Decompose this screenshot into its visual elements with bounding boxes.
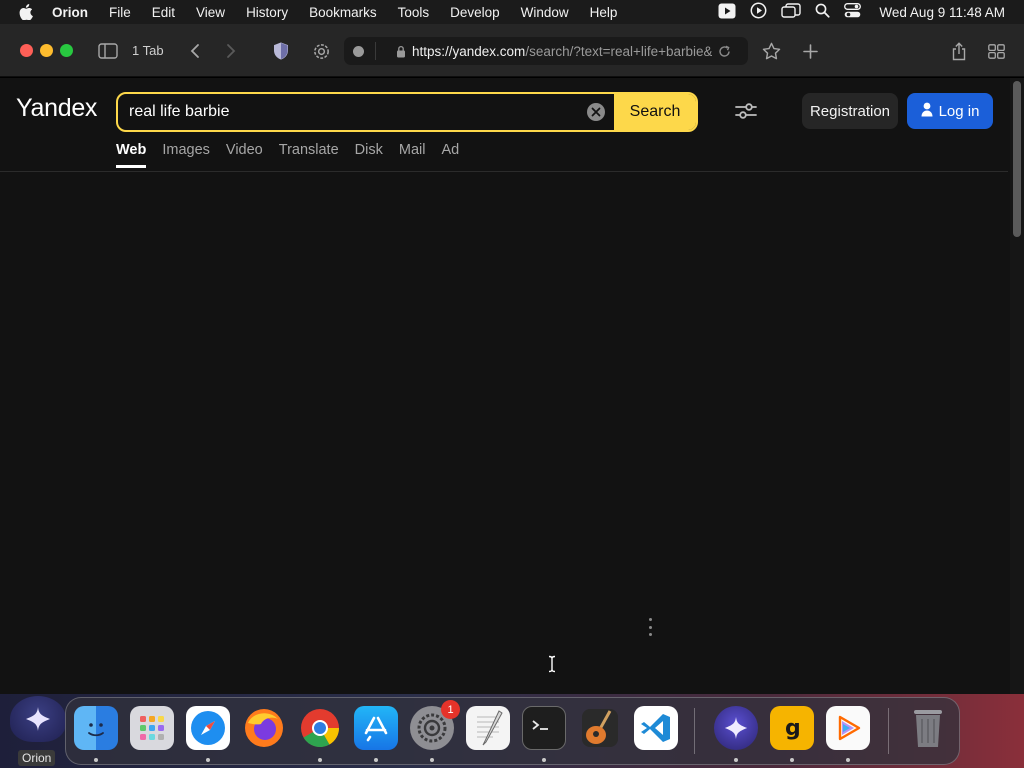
- url-host: https://yandex.com: [412, 43, 526, 59]
- clear-search-icon[interactable]: [578, 94, 614, 130]
- sidebar-toggle-icon[interactable]: [95, 38, 121, 64]
- url-path: /search/?text=real+life+barbie&: [525, 43, 712, 59]
- lock-icon: [396, 45, 406, 58]
- tab-overview-icon[interactable]: [983, 38, 1009, 64]
- finder-icon[interactable]: [74, 706, 118, 750]
- menu-develop[interactable]: Develop: [440, 5, 511, 20]
- screen-record-icon[interactable]: [750, 2, 767, 22]
- orion-sparkle-icon: [10, 696, 66, 742]
- page-scrollbar[interactable]: [1010, 78, 1024, 694]
- share-icon[interactable]: [946, 38, 972, 64]
- infuse-running-dot: [846, 758, 850, 762]
- tab-images[interactable]: Images: [162, 142, 210, 167]
- chrome-icon[interactable]: [298, 706, 342, 750]
- window-zoom-button[interactable]: [60, 44, 73, 57]
- search-tabs: Web Images Video Translate Disk Mail Ad: [116, 142, 459, 168]
- terminal-running-dot: [542, 758, 546, 762]
- svg-text:g: g: [785, 716, 801, 741]
- grammarly-icon[interactable]: g: [770, 706, 814, 750]
- textedit-icon[interactable]: [466, 706, 510, 750]
- menu-bookmarks[interactable]: Bookmarks: [299, 5, 388, 20]
- menu-window[interactable]: Window: [510, 5, 579, 20]
- grammarly-running-dot: [790, 758, 794, 762]
- scrollbar-thumb[interactable]: [1013, 81, 1021, 237]
- window-close-button[interactable]: [20, 44, 33, 57]
- more-options-icon[interactable]: [647, 618, 653, 636]
- search-button[interactable]: Search: [614, 94, 696, 130]
- menu-tools[interactable]: Tools: [387, 5, 440, 20]
- tab-mail[interactable]: Mail: [399, 142, 426, 167]
- menu-file[interactable]: File: [99, 5, 142, 20]
- address-bar-separator: [375, 42, 376, 60]
- text-cursor-icon: [546, 655, 558, 678]
- dock-separator: [694, 708, 695, 754]
- tab-web[interactable]: Web: [116, 142, 147, 168]
- search-input[interactable]: [118, 94, 578, 130]
- trash-icon[interactable]: [906, 706, 950, 750]
- login-button[interactable]: Log in: [907, 93, 993, 129]
- screen-mirroring-icon[interactable]: [781, 2, 802, 22]
- chrome-running-dot: [318, 758, 322, 762]
- menu-edit[interactable]: Edit: [141, 5, 185, 20]
- terminal-icon[interactable]: [522, 706, 566, 750]
- control-center-icon[interactable]: [844, 3, 862, 21]
- login-label: Log in: [938, 102, 980, 120]
- system-settings-icon[interactable]: 1: [410, 700, 460, 750]
- search-filters-icon[interactable]: [733, 100, 759, 122]
- registration-button[interactable]: Registration: [802, 93, 898, 129]
- address-bar[interactable]: https://yandex.com/search/?text=real+lif…: [344, 37, 748, 65]
- shield-icon[interactable]: [268, 38, 294, 64]
- vscode-icon[interactable]: [634, 706, 678, 750]
- tab-ad[interactable]: Ad: [441, 142, 459, 167]
- back-chevron-icon[interactable]: [182, 38, 208, 64]
- launchpad-icon[interactable]: [130, 706, 174, 750]
- forward-chevron-icon[interactable]: [218, 38, 244, 64]
- tab-count[interactable]: 1 Tab: [132, 43, 164, 58]
- orion-desktop-icon[interactable]: Orion: [4, 696, 66, 768]
- system-settings-running-dot: [430, 758, 434, 762]
- browser-toolbar: 1 Tab https://yandex.com/search/?text=re…: [0, 24, 1024, 77]
- url-text[interactable]: https://yandex.com/search/?text=real+lif…: [412, 44, 712, 59]
- orion-app-icon[interactable]: [714, 706, 758, 750]
- dock: 1 g: [65, 697, 960, 765]
- menu-clock[interactable]: Wed Aug 9 11:48 AM: [879, 5, 1005, 20]
- app-store-running-dot: [374, 758, 378, 762]
- menu-help[interactable]: Help: [579, 5, 628, 20]
- tab-video[interactable]: Video: [226, 142, 263, 167]
- infuse-play-icon[interactable]: [826, 706, 870, 750]
- reload-icon[interactable]: [718, 45, 731, 58]
- media-play-icon[interactable]: [718, 3, 736, 22]
- apple-menu-icon[interactable]: [0, 4, 52, 20]
- firefox-icon[interactable]: [242, 706, 286, 750]
- settings-gear-icon[interactable]: [308, 38, 334, 64]
- dock-separator-trash: [888, 708, 889, 754]
- garageband-icon[interactable]: [578, 706, 622, 750]
- safari-running-dot: [206, 758, 210, 762]
- tab-translate[interactable]: Translate: [279, 142, 339, 167]
- finder-running-dot: [94, 758, 98, 762]
- orion-desktop-label: Orion: [18, 750, 56, 766]
- new-tab-plus-icon[interactable]: [797, 38, 823, 64]
- safari-icon[interactable]: [186, 706, 230, 750]
- web-page: Yandex Search Registration Log in Web Im…: [0, 78, 1010, 694]
- window-minimize-button[interactable]: [40, 44, 53, 57]
- tab-disk[interactable]: Disk: [355, 142, 383, 167]
- yandex-logo[interactable]: Yandex: [16, 94, 97, 123]
- bookmark-star-icon[interactable]: [758, 38, 784, 64]
- menu-app-name[interactable]: Orion: [52, 5, 99, 20]
- tabs-divider: [0, 171, 1008, 172]
- spotlight-search-icon[interactable]: [815, 3, 831, 21]
- orion-running-dot: [734, 758, 738, 762]
- menu-history[interactable]: History: [236, 5, 299, 20]
- notification-badge: 1: [441, 700, 460, 719]
- menu-bar: Orion File Edit View History Bookmarks T…: [0, 0, 1024, 24]
- menu-view[interactable]: View: [186, 5, 236, 20]
- page-status-dot-icon[interactable]: [353, 45, 364, 57]
- user-icon: [921, 102, 933, 121]
- app-store-icon[interactable]: [354, 706, 398, 750]
- search-box: Search: [116, 92, 698, 132]
